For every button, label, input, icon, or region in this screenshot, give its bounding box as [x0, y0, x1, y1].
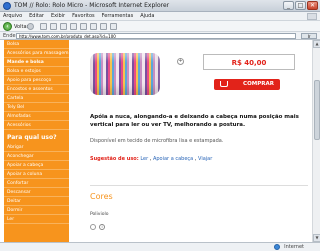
category-sidebar: Bolsa Acessórios para massagem Mande e b… — [4, 40, 69, 242]
sidebar-item-estojos[interactable]: Bolsa e estojos — [4, 67, 69, 76]
scroll-up-arrow-icon[interactable]: ▲ — [313, 40, 320, 48]
refresh-icon[interactable] — [50, 23, 57, 30]
forward-arrow-icon[interactable] — [27, 23, 34, 30]
toolbar-icons — [40, 23, 117, 30]
sidebar-use-item[interactable]: Descansar — [4, 188, 69, 197]
section-divider — [90, 185, 308, 186]
page-viewport: Bolsa Acessórios para massagem Mande e b… — [0, 40, 312, 242]
sidebar-use-item[interactable]: Apoiar a cabeça — [4, 161, 69, 170]
info-icon[interactable]: i — [99, 224, 105, 230]
color-radio[interactable] — [90, 224, 96, 230]
mail-icon[interactable] — [100, 23, 107, 30]
color-name: Poliviolo — [90, 212, 109, 217]
sidebar-item-tely-bel[interactable]: Tely Bel — [4, 103, 69, 112]
sidebar-use-item[interactable]: Deitar — [4, 197, 69, 206]
print-icon[interactable] — [110, 23, 117, 30]
go-button[interactable]: Ir — [301, 33, 317, 39]
sidebar-use-item[interactable]: Abrigar — [4, 143, 69, 152]
buy-button[interactable]: COMPRAR — [214, 79, 280, 90]
security-zone: Internet — [284, 244, 304, 250]
sidebar-use-item[interactable]: Apoiar a coluna — [4, 170, 69, 179]
ie-icon — [3, 2, 11, 10]
address-bar: Endereço Ir — [0, 32, 320, 40]
sidebar-item-neck-support[interactable]: Apoio para pescoço — [4, 76, 69, 85]
product-main: + R$ 40,00 COMPRAR Apóia a nuca, alongan… — [74, 40, 312, 242]
usage-link-viajar[interactable]: Viajar — [198, 156, 212, 162]
usage-suggestions: Sugestão de uso: Ler , Apoiar a cabeça ,… — [90, 156, 213, 162]
product-description-title: Apóia a nuca, alongando-a e deixando a c… — [90, 114, 299, 128]
stop-icon[interactable] — [40, 23, 47, 30]
scroll-down-arrow-icon[interactable]: ▼ — [313, 234, 320, 242]
sidebar-use-item[interactable]: Dormir — [4, 206, 69, 215]
sidebar-use-item[interactable]: Ler — [4, 215, 69, 224]
toolbar: ‹ Voltar — [0, 21, 320, 32]
product-description-text: Disponível em tecido de microfibra lisa … — [90, 138, 224, 144]
sidebar-item-seats[interactable]: Encostos e assentos — [4, 85, 69, 94]
zoom-icon[interactable]: + — [177, 58, 184, 65]
usage-link-ler[interactable]: Ler — [140, 156, 148, 162]
sidebar-item-cartela[interactable]: Cartela — [4, 94, 69, 103]
scroll-thumb[interactable] — [314, 80, 320, 140]
minimize-button[interactable]: _ — [283, 1, 294, 10]
globe-icon — [274, 244, 280, 250]
home-icon[interactable] — [60, 23, 67, 30]
menu-view[interactable]: Exibir — [51, 13, 65, 19]
menu-favorites[interactable]: Favoritos — [72, 13, 95, 19]
maximize-button[interactable]: □ — [295, 1, 306, 10]
menu-file[interactable]: Arquivo — [3, 13, 22, 19]
menu-bar: Arquivo Editar Exibir Favoritos Ferramen… — [0, 12, 320, 21]
back-arrow-icon[interactable]: ‹ — [3, 22, 12, 31]
close-button[interactable]: ✕ — [307, 1, 318, 10]
colors-heading: Cores — [90, 192, 113, 201]
window-controls: _ □ ✕ — [283, 1, 318, 11]
sidebar-use-item[interactable]: Confortar — [4, 179, 69, 188]
title-bar: TOM // Rolo: Rolo Micro - Microsoft Inte… — [0, 0, 320, 12]
sidebar-item-accessories[interactable]: Acessórios — [4, 121, 69, 130]
usage-link-apoiar[interactable]: Apoiar a cabeça — [153, 156, 193, 162]
sidebar-use-heading: Para qual uso? — [7, 134, 57, 141]
product-image — [90, 53, 160, 95]
usage-label: Sugestão de uso: — [90, 156, 139, 162]
vertical-scrollbar[interactable]: ▲ ▼ — [312, 40, 320, 242]
price-box: R$ 40,00 — [203, 54, 295, 70]
sidebar-item-cushions[interactable]: Almofadas — [4, 112, 69, 121]
history-icon[interactable] — [90, 23, 97, 30]
sidebar-use-item[interactable]: Aconchegar — [4, 152, 69, 161]
search-icon[interactable] — [70, 23, 77, 30]
menu-tools[interactable]: Ferramentas — [102, 13, 134, 19]
sidebar-item-massage[interactable]: Acessórios para massagem — [4, 49, 69, 58]
address-input[interactable] — [16, 33, 296, 39]
menu-edit[interactable]: Editar — [29, 13, 44, 19]
status-bar: Internet — [0, 242, 320, 251]
window-title: TOM // Rolo: Rolo Micro - Microsoft Inte… — [14, 2, 170, 9]
favorites-icon[interactable] — [80, 23, 87, 30]
cart-icon — [220, 81, 228, 87]
sidebar-item-mande[interactable]: Mande e bolsa — [4, 58, 69, 67]
menu-help[interactable]: Ajuda — [140, 13, 154, 19]
buy-button-label: COMPRAR — [243, 81, 274, 87]
sidebar-item-bolsa[interactable]: Bolsa — [4, 40, 69, 49]
windows-logo-icon — [307, 13, 317, 20]
